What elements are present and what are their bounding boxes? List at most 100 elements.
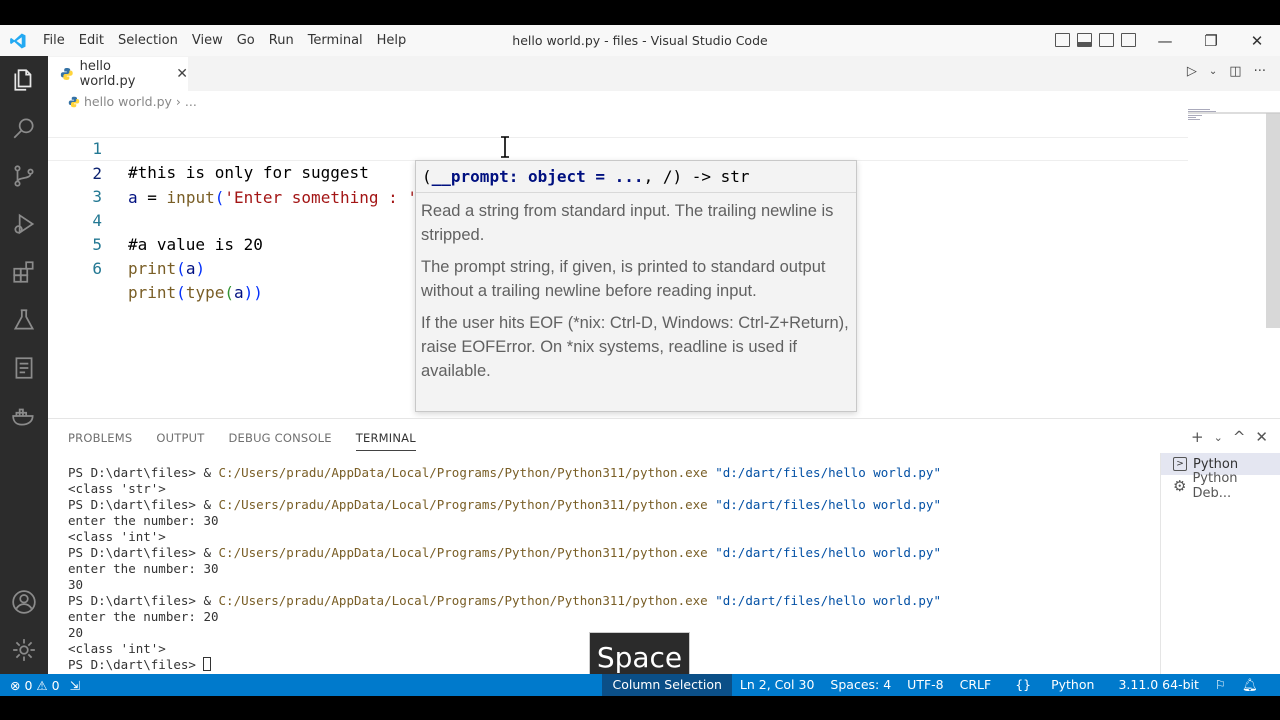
status-left: ⊗ 0 ⚠ 0 ⇲ xyxy=(10,674,80,696)
toggle-panel-icon[interactable] xyxy=(1077,33,1092,47)
interpreter-status[interactable]: 3.11.0 64-bit xyxy=(1110,674,1206,696)
terminal-line: PS D:\dart\files> & C:/Users/pradu/AppDa… xyxy=(68,465,941,480)
search-button[interactable] xyxy=(0,104,48,152)
toggle-secondary-sidebar-icon[interactable] xyxy=(1099,33,1114,47)
terminal-item-python-debug[interactable]: ⚙ Python Deb... xyxy=(1161,471,1280,501)
menu-bar: File Edit Selection View Go Run Terminal… xyxy=(36,25,413,56)
terminal-line: PS D:\dart\files> & C:/Users/pradu/AppDa… xyxy=(68,593,941,608)
restore-button[interactable]: ❐ xyxy=(1188,25,1234,56)
status-right: Column Selection Ln 2, Col 30 Spaces: 4 … xyxy=(602,674,1266,696)
tab-terminal[interactable]: TERMINAL xyxy=(355,431,416,451)
error-icon: ⊗ xyxy=(10,677,21,693)
notebook-icon xyxy=(15,357,33,379)
doc-paragraph: Read a string from standard input. The t… xyxy=(421,202,834,244)
minimize-button[interactable]: — xyxy=(1142,25,1188,56)
hover-signature: (__prompt: object = ..., /) -> str xyxy=(416,161,856,193)
remote-debug-icon[interactable]: ⇲ xyxy=(70,678,80,693)
close-window-button[interactable]: ✕ xyxy=(1234,25,1280,56)
text-cursor-icon xyxy=(501,136,509,158)
editor-scrollbar[interactable] xyxy=(1266,113,1280,328)
eol-status[interactable]: CRLF xyxy=(952,674,1000,696)
token-fn: type xyxy=(185,283,225,302)
terminal-line: 30 xyxy=(68,577,84,592)
encoding-status[interactable]: UTF-8 xyxy=(899,674,951,696)
column-selection-status[interactable]: Column Selection xyxy=(602,674,732,696)
run-python-file-icon[interactable]: ▷ xyxy=(1187,64,1197,79)
terminal-item-label: Python Deb... xyxy=(1192,471,1238,501)
breadcrumb-file[interactable]: hello world.py xyxy=(84,94,172,109)
menu-go[interactable]: Go xyxy=(230,33,262,48)
menu-view[interactable]: View xyxy=(185,33,230,48)
run-debug-button[interactable] xyxy=(0,200,48,248)
notifications-icon[interactable]: 🔔︎ xyxy=(1234,674,1266,696)
notebook-button[interactable] xyxy=(0,344,48,392)
manage-button[interactable] xyxy=(0,626,48,674)
flask-icon xyxy=(13,309,35,330)
extensions-icon xyxy=(13,261,34,283)
run-dropdown-icon[interactable]: ⌄ xyxy=(1209,66,1217,77)
title-bar: File Edit Selection View Go Run Terminal… xyxy=(0,25,1280,56)
docker-button[interactable] xyxy=(0,392,48,440)
token-var: a xyxy=(233,283,244,302)
tab-debug-console[interactable]: DEBUG CONSOLE xyxy=(228,431,331,451)
close-tab-icon[interactable]: ✕ xyxy=(176,66,188,82)
hover-tooltip: (__prompt: object = ..., /) -> str Read … xyxy=(415,160,857,412)
layout-controls xyxy=(1055,33,1136,47)
split-editor-icon[interactable]: ◫ xyxy=(1229,64,1241,79)
line-text: print(a) xyxy=(128,257,205,281)
tab-output[interactable]: OUTPUT xyxy=(156,431,204,451)
source-control-button[interactable] xyxy=(0,152,48,200)
vscode-logo-icon xyxy=(10,33,26,49)
terminal-line: enter the number: 30 xyxy=(68,513,219,528)
accounts-button[interactable] xyxy=(0,578,48,626)
tab-label: hello world.py xyxy=(79,59,136,89)
customize-layout-icon[interactable] xyxy=(1121,33,1136,47)
run-debug-icon xyxy=(14,213,35,235)
testing-button[interactable] xyxy=(0,296,48,344)
token-fn: print xyxy=(128,283,177,302)
search-icon xyxy=(13,118,34,139)
editor-tabs: hello world.py ✕ ▷ ⌄ ◫ ··· xyxy=(48,56,1280,91)
terminal-line: <class 'str'> xyxy=(68,481,166,496)
code-line-current: 2 a = input('Enter something : ') xyxy=(48,137,1188,207)
gear-icon xyxy=(13,639,35,661)
terminal-line: <class 'int'> xyxy=(68,529,166,544)
menu-help[interactable]: Help xyxy=(370,33,414,48)
menu-run[interactable]: Run xyxy=(262,33,301,48)
indentation-status[interactable]: Spaces: 4 xyxy=(822,674,899,696)
minimap[interactable] xyxy=(1188,108,1266,128)
braces-icon: {} xyxy=(1015,677,1032,692)
close-panel-icon[interactable]: ✕ xyxy=(1255,428,1268,446)
tab-hello-world[interactable]: hello world.py ✕ xyxy=(48,56,188,91)
menu-file[interactable]: File xyxy=(36,33,72,48)
menu-edit[interactable]: Edit xyxy=(72,33,111,48)
window-controls: — ❐ ✕ xyxy=(1142,25,1280,56)
more-actions-icon[interactable]: ··· xyxy=(1254,64,1266,79)
source-control-icon xyxy=(14,165,34,187)
code-line: 1 #this is only for suggest xyxy=(48,113,1188,182)
toggle-primary-sidebar-icon[interactable] xyxy=(1055,33,1070,47)
terminal-icon: > xyxy=(1173,457,1187,471)
python-file-icon xyxy=(60,68,73,80)
problems-status[interactable]: ⊗ 0 ⚠ 0 xyxy=(10,678,60,693)
terminal-dropdown-icon[interactable]: ⌄ xyxy=(1214,431,1223,444)
new-terminal-icon[interactable]: + xyxy=(1191,428,1204,446)
explorer-button[interactable] xyxy=(0,56,48,104)
hover-docs: Read a string from standard input. The t… xyxy=(416,193,856,397)
language-mode-status[interactable]: {} Python xyxy=(999,674,1110,696)
breadcrumb-separator: › xyxy=(175,94,181,109)
breadcrumb: hello world.py › ... xyxy=(68,94,197,109)
account-icon xyxy=(12,590,36,614)
feedback-icon[interactable]: ⚐ xyxy=(1207,674,1234,696)
extensions-button[interactable] xyxy=(0,248,48,296)
menu-terminal[interactable]: Terminal xyxy=(301,33,370,48)
line-text: print(type(a)) xyxy=(128,281,263,305)
token-paren: )) xyxy=(243,283,263,302)
doc-paragraph: The prompt string, if given, is printed … xyxy=(421,258,826,300)
tab-problems[interactable]: PROBLEMS xyxy=(68,431,132,451)
maximize-panel-icon[interactable]: ^ xyxy=(1233,428,1246,446)
menu-selection[interactable]: Selection xyxy=(111,33,185,48)
cursor-position-status[interactable]: Ln 2, Col 30 xyxy=(732,674,823,696)
line-number: 6 xyxy=(92,259,102,278)
breadcrumb-more[interactable]: ... xyxy=(185,94,197,109)
